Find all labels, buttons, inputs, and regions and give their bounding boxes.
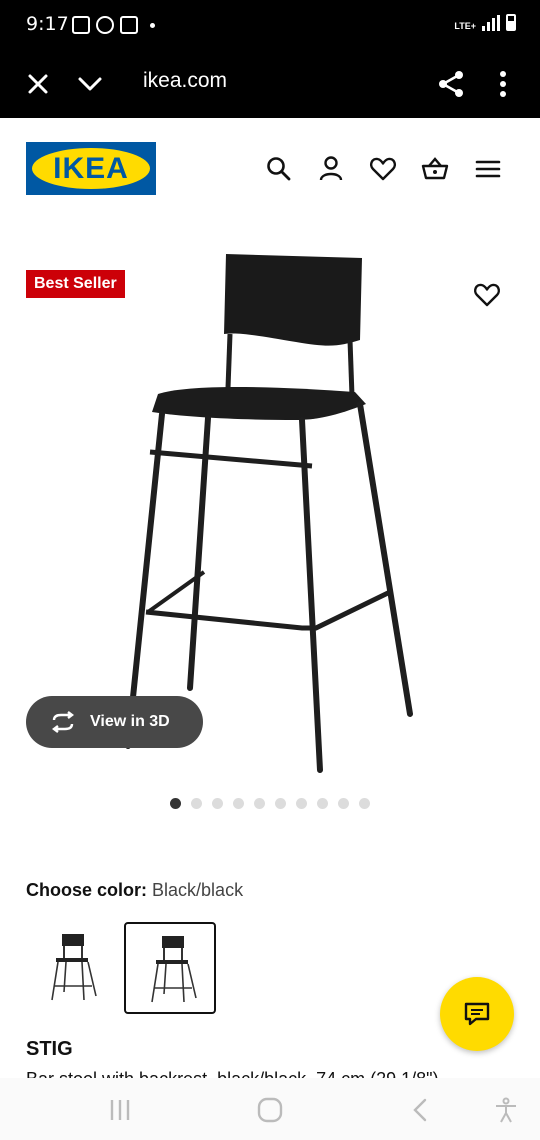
accessibility-icon[interactable]	[492, 1096, 520, 1124]
color-swatch-black-white[interactable]	[26, 922, 118, 1014]
gallery-dot[interactable]	[359, 798, 370, 809]
product-name: STIG	[26, 1038, 73, 1060]
product-gallery[interactable]: Best Seller View in 3D	[0, 228, 540, 828]
gallery-pagination[interactable]	[170, 798, 370, 809]
logo-text: IKEA	[53, 152, 129, 185]
color-swatch-black-black[interactable]	[124, 922, 216, 1014]
heart-icon[interactable]	[368, 154, 398, 184]
swatch-thumbnail	[51, 934, 97, 1001]
chat-icon	[464, 1002, 490, 1026]
view-in-3d-button[interactable]: View in 3D	[26, 696, 203, 748]
status-time: 9:17	[26, 13, 69, 35]
share-icon[interactable]	[435, 68, 467, 100]
gallery-icon	[72, 16, 90, 34]
choose-color-label: Choose color:	[26, 880, 148, 900]
chat-button[interactable]	[440, 977, 514, 1051]
gallery-dot[interactable]	[233, 798, 244, 809]
chevron-down-icon[interactable]	[74, 68, 106, 100]
at-icon	[96, 16, 114, 34]
recent-apps-icon[interactable]	[106, 1096, 134, 1124]
view-in-3d-label: View in 3D	[90, 713, 170, 730]
ikea-logo[interactable]: IKEA	[26, 142, 156, 195]
status-bar: 9:17 LTE+	[0, 0, 540, 50]
rotate-3d-icon	[52, 711, 74, 733]
swatch-thumbnail	[151, 936, 197, 1003]
battery-icon	[506, 14, 516, 31]
hamburger-icon[interactable]	[473, 154, 503, 184]
favorite-icon[interactable]	[472, 280, 502, 310]
notification-icon	[120, 16, 138, 34]
home-icon[interactable]	[256, 1096, 284, 1124]
url-display[interactable]: ikea.com	[143, 69, 227, 93]
close-icon[interactable]	[22, 68, 54, 100]
site-header: IKEA	[0, 118, 540, 228]
product-description: Bar stool with backrest, black/black, 74…	[26, 1068, 540, 1078]
product-description-text: Bar stool with backrest, black/black, 74…	[26, 1069, 439, 1078]
gallery-dot[interactable]	[317, 798, 328, 809]
network-type: LTE+	[454, 21, 476, 31]
user-icon[interactable]	[316, 154, 346, 184]
search-icon[interactable]	[264, 154, 294, 184]
more-notifications-dot	[150, 22, 155, 28]
more-vert-icon[interactable]	[487, 68, 519, 100]
gallery-dot[interactable]	[191, 798, 202, 809]
gallery-dot[interactable]	[170, 798, 181, 809]
gallery-dot[interactable]	[254, 798, 265, 809]
browser-toolbar: ikea.com	[0, 50, 540, 118]
status-notification-icons	[72, 16, 155, 34]
basket-icon[interactable]	[420, 154, 450, 184]
choose-color: Choose color: Black/black	[26, 880, 243, 901]
signal-icon	[482, 15, 500, 31]
system-nav-bar	[0, 1078, 540, 1140]
gallery-dot[interactable]	[275, 798, 286, 809]
selected-color-value: Black/black	[152, 880, 244, 900]
gallery-dot[interactable]	[338, 798, 349, 809]
back-icon[interactable]	[407, 1096, 435, 1124]
gallery-dot[interactable]	[212, 798, 223, 809]
status-right-icons: LTE+	[454, 14, 516, 31]
gallery-dot[interactable]	[296, 798, 307, 809]
